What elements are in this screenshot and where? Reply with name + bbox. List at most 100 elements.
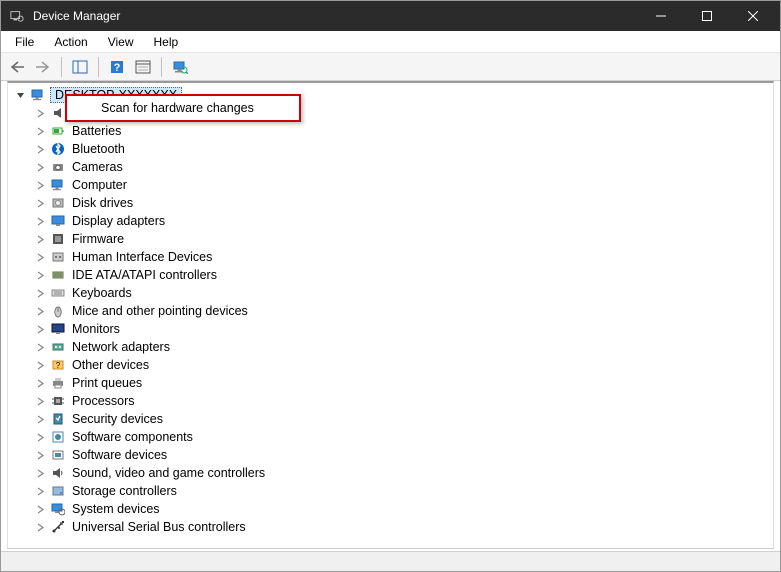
menu-view[interactable]: View xyxy=(98,33,144,51)
tree-category-label: Security devices xyxy=(70,412,165,426)
show-hide-console-tree-button[interactable] xyxy=(68,56,92,78)
help-button[interactable]: ? xyxy=(105,56,129,78)
properties-button[interactable] xyxy=(131,56,155,78)
battery-icon xyxy=(50,123,66,139)
tree-category-node[interactable]: Print queues xyxy=(30,374,771,392)
keyboard-icon xyxy=(50,285,66,301)
tree-category-label: Computer xyxy=(70,178,129,192)
chevron-right-icon[interactable] xyxy=(34,341,46,353)
window-title: Device Manager xyxy=(33,9,120,23)
toolbar: ? xyxy=(1,53,780,81)
svg-text:?: ? xyxy=(114,62,121,74)
chevron-right-icon[interactable] xyxy=(34,323,46,335)
security-icon xyxy=(50,411,66,427)
chevron-right-icon[interactable] xyxy=(34,197,46,209)
tree-category-node[interactable]: Universal Serial Bus controllers xyxy=(30,518,771,536)
speaker-icon xyxy=(50,105,66,121)
tree-category-node[interactable]: IDE ATA/ATAPI controllers xyxy=(30,266,771,284)
chevron-right-icon[interactable] xyxy=(34,161,46,173)
chevron-right-icon[interactable] xyxy=(34,143,46,155)
tree-category-label: Processors xyxy=(70,394,137,408)
firmware-icon xyxy=(50,231,66,247)
chevron-right-icon[interactable] xyxy=(34,269,46,281)
toolbar-separator xyxy=(98,57,99,77)
chevron-right-icon[interactable] xyxy=(34,125,46,137)
tree-category-node[interactable]: Firmware xyxy=(30,230,771,248)
chevron-right-icon[interactable] xyxy=(34,215,46,227)
context-menu: Scan for hardware changes xyxy=(65,94,301,122)
tree-category-label: Batteries xyxy=(70,124,123,138)
chevron-down-icon[interactable] xyxy=(14,89,26,101)
tree-category-node[interactable]: Sound, video and game controllers xyxy=(30,464,771,482)
scan-hardware-changes-button[interactable] xyxy=(168,56,192,78)
tree-category-node[interactable]: Batteries xyxy=(30,122,771,140)
storage-icon xyxy=(50,483,66,499)
chevron-right-icon[interactable] xyxy=(34,485,46,497)
hid-icon xyxy=(50,249,66,265)
tree-category-node[interactable]: Human Interface Devices xyxy=(30,248,771,266)
device-tree-panel[interactable]: DESKTOP-XXXXXXX Audio inputs and outputs… xyxy=(7,81,774,549)
tree-category-node[interactable]: Display adapters xyxy=(30,212,771,230)
tree-category-node[interactable]: Software components xyxy=(30,428,771,446)
computer-icon xyxy=(30,87,46,103)
chevron-right-icon[interactable] xyxy=(34,251,46,263)
tree-category-node[interactable]: Software devices xyxy=(30,446,771,464)
menu-file[interactable]: File xyxy=(5,33,44,51)
tree-category-label: Firmware xyxy=(70,232,126,246)
chevron-right-icon[interactable] xyxy=(34,287,46,299)
tree-category-label: Storage controllers xyxy=(70,484,179,498)
chevron-right-icon[interactable] xyxy=(34,305,46,317)
chevron-right-icon[interactable] xyxy=(34,377,46,389)
chevron-right-icon[interactable] xyxy=(34,431,46,443)
close-button[interactable] xyxy=(730,1,776,31)
chevron-right-icon[interactable] xyxy=(34,503,46,515)
tree-category-label: Bluetooth xyxy=(70,142,127,156)
chevron-right-icon[interactable] xyxy=(34,467,46,479)
tree-category-label: Cameras xyxy=(70,160,125,174)
tree-category-label: Human Interface Devices xyxy=(70,250,214,264)
computer-icon xyxy=(50,177,66,193)
chevron-right-icon[interactable] xyxy=(34,521,46,533)
chevron-right-icon[interactable] xyxy=(34,179,46,191)
tree-category-node[interactable]: Disk drives xyxy=(30,194,771,212)
chevron-right-icon[interactable] xyxy=(34,107,46,119)
tree-category-label: Mice and other pointing devices xyxy=(70,304,250,318)
titlebar: Device Manager xyxy=(1,1,780,31)
tree-category-node[interactable]: Processors xyxy=(30,392,771,410)
back-button[interactable] xyxy=(5,56,29,78)
tree-category-label: Universal Serial Bus controllers xyxy=(70,520,248,534)
chevron-right-icon[interactable] xyxy=(34,413,46,425)
svg-text:?: ? xyxy=(56,361,61,370)
tree-category-label: Disk drives xyxy=(70,196,135,210)
forward-button[interactable] xyxy=(31,56,55,78)
toolbar-separator xyxy=(61,57,62,77)
tree-category-label: Print queues xyxy=(70,376,144,390)
tree-category-node[interactable]: Mice and other pointing devices xyxy=(30,302,771,320)
tree-category-node[interactable]: Cameras xyxy=(30,158,771,176)
mouse-icon xyxy=(50,303,66,319)
chevron-right-icon[interactable] xyxy=(34,359,46,371)
tree-category-label: Display adapters xyxy=(70,214,167,228)
tree-category-label: Monitors xyxy=(70,322,122,336)
minimize-button[interactable] xyxy=(638,1,684,31)
maximize-button[interactable] xyxy=(684,1,730,31)
toolbar-separator xyxy=(161,57,162,77)
tree-category-node[interactable]: Monitors xyxy=(30,320,771,338)
tree-category-node[interactable]: Security devices xyxy=(30,410,771,428)
chevron-right-icon[interactable] xyxy=(34,395,46,407)
chevron-right-icon[interactable] xyxy=(34,449,46,461)
network-icon xyxy=(50,339,66,355)
chevron-right-icon[interactable] xyxy=(34,233,46,245)
tree-category-node[interactable]: Computer xyxy=(30,176,771,194)
menu-action[interactable]: Action xyxy=(44,33,97,51)
tree-category-node[interactable]: ?Other devices xyxy=(30,356,771,374)
tree-category-node[interactable]: Bluetooth xyxy=(30,140,771,158)
tree-category-node[interactable]: System devices xyxy=(30,500,771,518)
usb-icon xyxy=(50,519,66,535)
ctx-scan-for-hardware-changes[interactable]: Scan for hardware changes xyxy=(67,96,299,120)
tree-category-node[interactable]: Keyboards xyxy=(30,284,771,302)
tree-category-node[interactable]: Network adapters xyxy=(30,338,771,356)
menu-help[interactable]: Help xyxy=(144,33,189,51)
tree-category-node[interactable]: Storage controllers xyxy=(30,482,771,500)
tree-category-label: Sound, video and game controllers xyxy=(70,466,267,480)
